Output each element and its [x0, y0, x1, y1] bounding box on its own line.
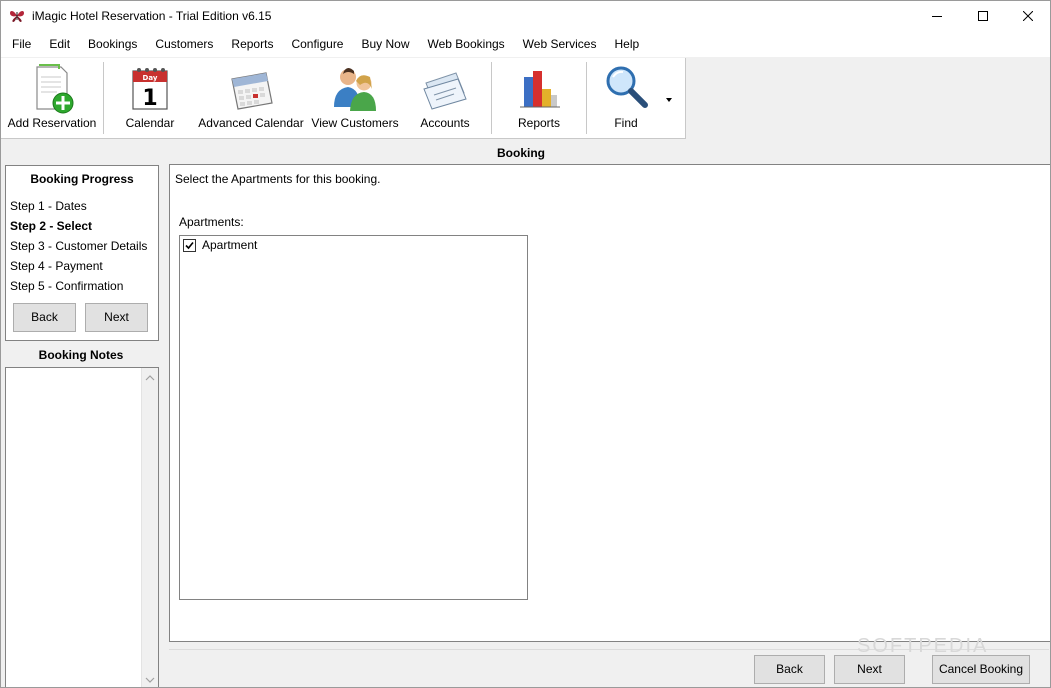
- accounts-label: Accounts: [420, 116, 470, 130]
- booking-notes-title: Booking Notes: [38, 348, 124, 362]
- apartments-label: Apartments:: [179, 215, 244, 229]
- toolbar-separator: [586, 62, 587, 134]
- menu-file[interactable]: File: [1, 31, 40, 57]
- calendar-icon-number: 1: [142, 86, 157, 111]
- window-title: iMagic Hotel Reservation - Trial Edition…: [32, 9, 272, 23]
- close-icon: [1023, 11, 1033, 21]
- apartments-list: Apartment: [179, 235, 528, 600]
- minimize-button[interactable]: [914, 1, 960, 31]
- menu-configure[interactable]: Configure: [282, 31, 352, 57]
- menu-bar: File Edit Bookings Customers Reports Con…: [1, 31, 1050, 57]
- menu-bookings[interactable]: Bookings: [79, 31, 146, 57]
- advanced-calendar-icon: [231, 72, 273, 110]
- calendar-label: Calendar: [125, 116, 175, 130]
- booking-progress-panel: Booking Progress Step 1 - Dates Step 2 -…: [5, 165, 159, 341]
- find-button[interactable]: Find: [594, 58, 658, 138]
- calendar-icon: Day 1: [132, 68, 168, 111]
- find-label: Find: [614, 116, 638, 130]
- scroll-down-icon: [145, 677, 155, 683]
- reports-button[interactable]: Reports: [501, 58, 577, 138]
- notes-scrollbar[interactable]: [141, 368, 158, 687]
- advanced-calendar-label: Advanced Calendar: [198, 116, 304, 130]
- calendar-icon-day-text: Day: [143, 74, 158, 82]
- cancel-booking-button[interactable]: Cancel Booking: [932, 655, 1030, 684]
- progress-next-button[interactable]: Next: [85, 303, 148, 332]
- reports-label: Reports: [517, 116, 561, 130]
- customers-icon: [334, 68, 376, 111]
- dropdown-arrow-icon: [666, 98, 672, 102]
- toolbar-separator: [103, 62, 104, 134]
- accounts-icon: [423, 72, 467, 110]
- booking-panel: Select the Apartments for this booking. …: [169, 164, 1050, 642]
- maximize-button[interactable]: [960, 1, 1006, 31]
- step-4: Step 4 - Payment: [10, 259, 103, 273]
- app-window: iMagic Hotel Reservation - Trial Edition…: [0, 0, 1051, 688]
- toolbar-separator: [491, 62, 492, 134]
- booking-progress-title: Booking Progress: [30, 172, 134, 186]
- step-3: Step 3 - Customer Details: [10, 239, 148, 253]
- title-bar: iMagic Hotel Reservation - Trial Edition…: [1, 1, 1050, 31]
- scroll-up-icon: [145, 375, 155, 381]
- booking-notes-textarea[interactable]: [5, 367, 159, 687]
- minimize-icon: [932, 16, 942, 17]
- menu-buy-now[interactable]: Buy Now: [352, 31, 418, 57]
- menu-web-bookings[interactable]: Web Bookings: [419, 31, 514, 57]
- menu-customers[interactable]: Customers: [146, 31, 222, 57]
- advanced-calendar-button[interactable]: Advanced Calendar: [198, 58, 304, 138]
- calendar-button[interactable]: Day 1 Calendar: [115, 58, 185, 138]
- menu-reports[interactable]: Reports: [222, 31, 282, 57]
- magnifier-icon: [606, 66, 648, 108]
- butterfly-icon: [10, 11, 24, 22]
- footer-back-button[interactable]: Back: [754, 655, 825, 684]
- menu-help[interactable]: Help: [605, 31, 648, 57]
- close-button[interactable]: [1005, 1, 1050, 31]
- footer-next-button[interactable]: Next: [834, 655, 905, 684]
- view-customers-label: View Customers: [311, 116, 399, 130]
- accounts-button[interactable]: Accounts: [409, 58, 481, 138]
- add-reservation-label: Add Reservation: [7, 116, 97, 130]
- step-5: Step 5 - Confirmation: [10, 279, 124, 293]
- toolbar: Add Reservation Day 1 Calendar Advanced …: [1, 58, 686, 139]
- progress-back-button[interactable]: Back: [13, 303, 76, 332]
- add-reservation-button[interactable]: Add Reservation: [5, 58, 99, 138]
- booking-title: Booking: [497, 146, 545, 160]
- bar-chart-icon: [520, 71, 560, 108]
- menu-web-services[interactable]: Web Services: [514, 31, 606, 57]
- menu-edit[interactable]: Edit: [40, 31, 79, 57]
- step-2: Step 2 - Select: [10, 219, 93, 233]
- booking-instruction: Select the Apartments for this booking.: [175, 172, 381, 186]
- find-dropdown[interactable]: [663, 94, 675, 104]
- apartment-option-label: Apartment: [202, 238, 258, 252]
- maximize-icon: [978, 11, 988, 21]
- add-document-icon: [36, 64, 74, 114]
- checkmark-icon: [185, 241, 194, 249]
- apartment-option[interactable]: Apartment: [183, 238, 257, 252]
- step-1: Step 1 - Dates: [10, 199, 87, 213]
- apartment-checkbox[interactable]: [183, 238, 196, 252]
- view-customers-button[interactable]: View Customers: [309, 58, 401, 138]
